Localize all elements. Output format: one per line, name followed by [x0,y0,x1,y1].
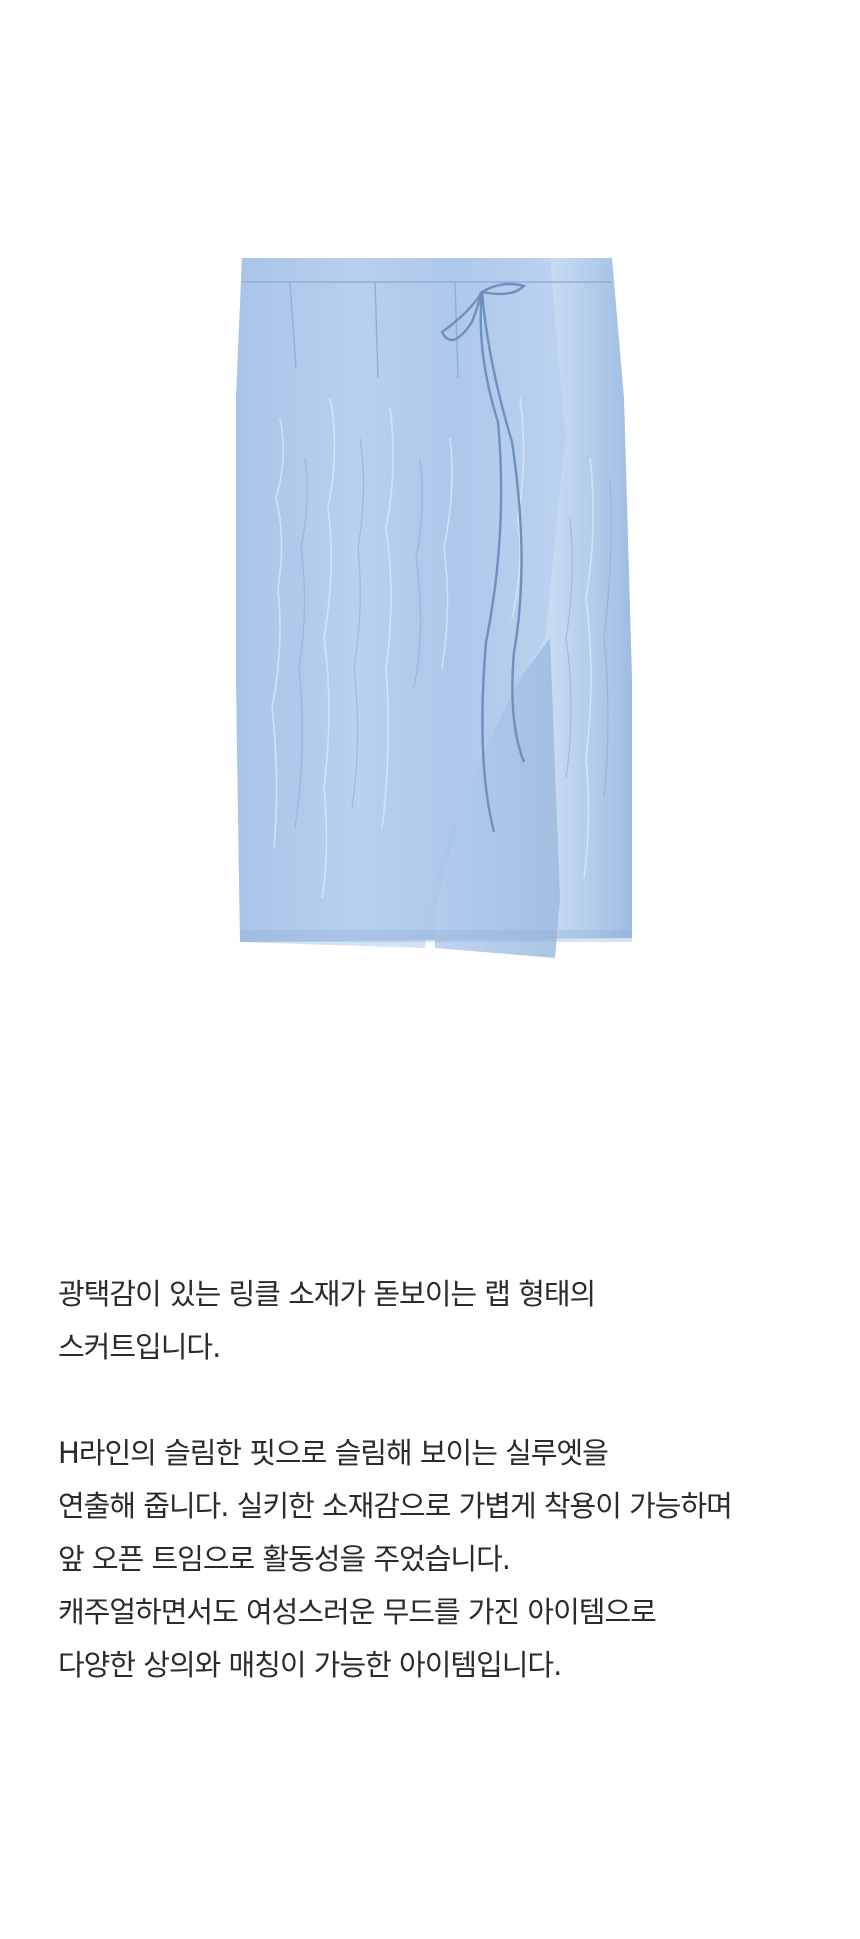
wrap-skirt-illustration [236,258,632,958]
description-line: 스커트입니다. [58,1330,221,1364]
description-line: 앞 오픈 트임으로 활동성을 주었습니다. [58,1542,511,1576]
description-line: 연출해 줍니다. 실키한 소재감으로 가볍게 착용이 가능하며 [58,1489,733,1523]
description-line: 다양한 상의와 매칭이 가능한 아이템입니다. [58,1648,562,1682]
description-line: 광택감이 있는 링클 소재가 돋보이는 랩 형태의 [58,1277,596,1311]
product-image [220,258,640,958]
description-line: H라인의 슬림한 핏으로 슬림해 보이는 실루엣을 [58,1436,609,1470]
description-line: 캐주얼하면서도 여성스러운 무드를 가진 아이템으로 [58,1595,657,1629]
product-description: 광택감이 있는 링클 소재가 돋보이는 랩 형태의 스커트입니다. H라인의 슬… [58,1268,848,1692]
